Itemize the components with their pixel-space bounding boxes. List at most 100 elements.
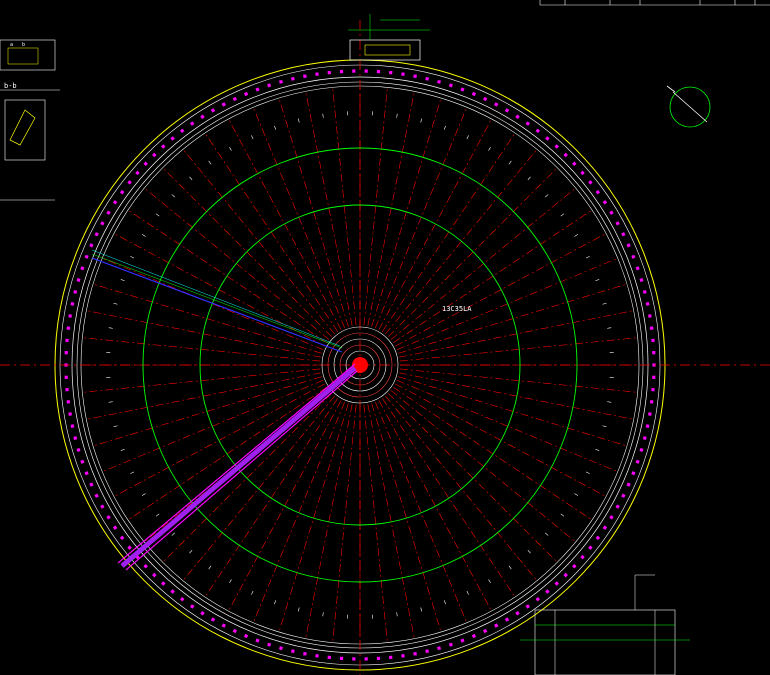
weir-tooth [339, 69, 344, 74]
inner-tick [420, 607, 423, 612]
center-lines [0, 20, 770, 675]
weir-tooth [94, 232, 99, 237]
weir-tooth [525, 604, 531, 609]
weir-tooth [315, 654, 319, 658]
radial-line [399, 310, 633, 358]
weir-tooth [642, 289, 647, 294]
weir-tooth [504, 617, 510, 622]
weir-tooth [232, 628, 237, 634]
weir-tooth [70, 301, 75, 306]
inner-tick [171, 194, 175, 198]
weir-tooth [76, 447, 81, 452]
weir-tooth [572, 161, 577, 167]
inner-tick [443, 600, 446, 605]
weir-tooth [648, 314, 652, 318]
weir-tooth [621, 493, 626, 498]
cad-drawing-canvas[interactable]: b-b a b 13C35LA [0, 0, 770, 675]
weir-tooth [180, 596, 185, 602]
inner-tick [274, 125, 277, 130]
weir-tooth [189, 604, 195, 609]
weir-tooth [65, 338, 69, 343]
inner-tick [595, 279, 600, 282]
weir-tooth [651, 338, 655, 343]
weir-tooth [73, 289, 78, 294]
radial-line [399, 372, 633, 420]
inner-tick [508, 565, 512, 570]
weir-tooth [112, 525, 118, 530]
weir-tooth [339, 656, 344, 661]
weir-tooth [352, 657, 356, 661]
weir-tooth [84, 254, 89, 259]
radial-line [393, 386, 592, 520]
weir-tooth [580, 170, 585, 176]
weir-tooth [595, 189, 601, 195]
weir-tooth [554, 581, 559, 586]
weir-tooth [119, 189, 125, 195]
weir-tooth [127, 180, 132, 185]
inner-tick [560, 213, 565, 217]
inner-tick [297, 607, 300, 612]
inner-tick [420, 118, 423, 123]
weir-tooth [290, 649, 295, 654]
inner-tick [130, 471, 135, 474]
weir-tooth [200, 611, 205, 616]
inner-tick [155, 513, 160, 517]
radial-line [305, 404, 353, 638]
scraper-bridge [91, 249, 358, 571]
weir-tooth [84, 471, 89, 476]
inner-tick [545, 194, 549, 198]
inner-tick [251, 590, 254, 595]
radial-line [128, 210, 327, 344]
weir-tooth [437, 646, 442, 651]
radial-line [163, 168, 332, 337]
weir-tooth [602, 200, 608, 205]
inner-tick [396, 113, 398, 118]
weir-tooth [413, 651, 417, 656]
weir-tooth [425, 76, 430, 81]
inner-tick [141, 493, 146, 496]
inner-tick [508, 160, 512, 165]
weir-tooth [652, 375, 656, 379]
weir-tooth [635, 459, 640, 464]
weir-tooth [189, 121, 195, 126]
weir-tooth [73, 436, 78, 441]
weir-tooth [210, 108, 216, 113]
weir-tooth [572, 563, 577, 569]
inner-tick [155, 213, 160, 217]
detail-label-b: b [22, 42, 25, 48]
radial-line [205, 398, 339, 597]
radial-line [381, 133, 515, 332]
inner-tick [488, 579, 491, 584]
weir-tooth [267, 83, 272, 88]
weir-tooth [127, 545, 132, 550]
inner-tick [466, 590, 469, 595]
weir-tooth [494, 102, 499, 107]
inner-tick [171, 532, 175, 536]
weir-tooth [152, 152, 157, 158]
weir-tooth [66, 400, 71, 404]
weir-tooth [243, 91, 249, 97]
inner-tick [560, 513, 565, 517]
weir-tooth [161, 581, 166, 586]
weir-tooth [68, 412, 72, 416]
inner-tick [141, 234, 146, 237]
inner-tick [208, 565, 212, 570]
weir-tooth [563, 152, 568, 158]
radial-line [393, 210, 592, 344]
inner-tick [108, 401, 113, 403]
inner-tick [108, 327, 113, 329]
weir-tooth [278, 79, 283, 84]
weir-tooth [180, 128, 185, 134]
weir-tooth [255, 87, 260, 92]
inner-tick [466, 135, 469, 140]
weir-tooth [278, 646, 283, 651]
weir-tooth [100, 221, 105, 226]
radial-line [385, 395, 537, 581]
radial-line [390, 390, 576, 542]
weir-tooth [143, 161, 148, 167]
weir-tooth [609, 515, 614, 520]
weir-tooth [639, 447, 644, 452]
weir-tooth [327, 70, 332, 75]
north-arrow-symbol [666, 85, 711, 128]
weir-tooth [609, 210, 614, 215]
